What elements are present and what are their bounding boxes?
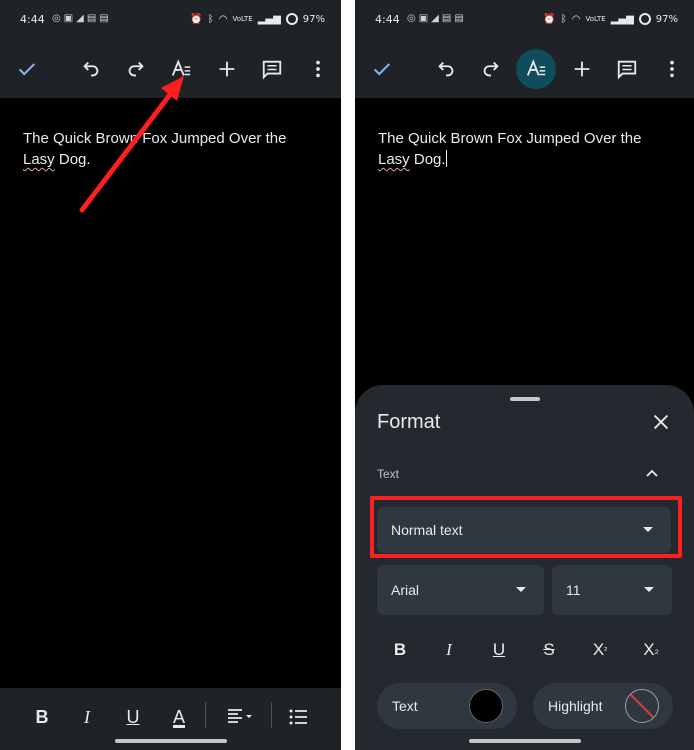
wifi-icon: ◠: [571, 13, 581, 25]
subscript-label: X: [643, 640, 655, 659]
phone-screen-right: 4:44 ◎▣◢▤▤ ⏰ ᛒ ◠ VoLTE ▂▄▆ 97% The Quick…: [355, 0, 694, 750]
toolbar-separator: [205, 702, 206, 728]
notification-icons: ◎▣◢▤▤: [52, 13, 112, 24]
superscript-mark: ²: [604, 645, 608, 655]
signal-icon: ▂▄▆: [610, 13, 634, 25]
close-icon[interactable]: [650, 411, 672, 433]
docs-toolbar: [0, 40, 341, 98]
add-icon[interactable]: [562, 49, 602, 89]
text-cursor: [445, 150, 448, 167]
signal-icon: ▂▄▆: [257, 13, 281, 25]
more-vert-icon[interactable]: [298, 49, 338, 89]
subscript-button[interactable]: X₂: [634, 635, 668, 665]
status-icons: ⏰ ᛒ ◠ VoLTE ▂▄▆ 97%: [543, 13, 678, 25]
bold-button[interactable]: B: [383, 635, 417, 665]
no-color-swatch-icon: [625, 689, 659, 723]
bold-button[interactable]: B: [25, 700, 59, 734]
superscript-label: X: [592, 640, 605, 659]
status-bar: 4:44 ◎▣◢▤▤ ⏰ ᛒ ◠ VoLTE ▂▄▆ 97%: [355, 0, 694, 40]
comment-icon[interactable]: [607, 49, 647, 89]
italic-button[interactable]: I: [432, 635, 466, 665]
text-color-button[interactable]: Text: [377, 683, 517, 729]
battery-percent: 97%: [302, 13, 325, 25]
subscript-mark: ₂: [654, 644, 659, 656]
phone-screen-left: 4:44 ◎▣◢▤▤ ⏰ ᛒ ◠ VoLTE ▂▄▆ 97% The Quick…: [0, 0, 341, 750]
bluetooth-icon: ᛒ: [560, 13, 567, 25]
text-format-icon[interactable]: [516, 49, 556, 89]
check-icon[interactable]: [7, 49, 47, 89]
format-title: Format: [377, 411, 441, 433]
align-button[interactable]: [220, 700, 260, 734]
document-line-1: The Quick Brown Fox Jumped Over the: [378, 130, 642, 147]
text-color-label: Text: [392, 698, 418, 714]
sheet-drag-handle[interactable]: [509, 397, 540, 401]
document-line-1: The Quick Brown Fox Jumped Over the: [23, 130, 287, 147]
text-section-label: Text: [377, 467, 400, 481]
battery-percent: 97%: [655, 13, 678, 25]
status-time: 4:44: [375, 13, 400, 26]
undo-icon[interactable]: [426, 49, 466, 89]
font-size-value: 11: [566, 582, 581, 598]
text-color-swatch: [469, 689, 503, 723]
misspelled-word[interactable]: Lasy: [23, 151, 55, 168]
battery-icon: [638, 13, 651, 25]
volte-icon: VoLTE: [585, 15, 606, 23]
text-format-icon[interactable]: [161, 49, 201, 89]
volte-icon: VoLTE: [232, 15, 253, 23]
italic-button[interactable]: I: [70, 700, 104, 734]
text-color-button[interactable]: A: [162, 700, 196, 734]
bottom-format-toolbar: B I U A: [0, 688, 341, 750]
annotation-highlight-box: [370, 496, 682, 558]
font-value: Arial: [391, 582, 420, 598]
document-canvas[interactable]: The Quick Brown Fox Jumped Over the Lasy…: [0, 98, 341, 750]
redo-icon[interactable]: [471, 49, 511, 89]
comment-icon[interactable]: [252, 49, 292, 89]
more-vert-icon[interactable]: [652, 49, 692, 89]
wifi-icon: ◠: [218, 13, 228, 25]
document-line-2-rest: Dog.: [54, 151, 91, 168]
strikethrough-button[interactable]: S: [532, 635, 566, 665]
notification-icons: ◎▣◢▤▤: [407, 13, 467, 24]
highlight-color-button[interactable]: Highlight: [533, 683, 673, 729]
underline-button[interactable]: U: [482, 635, 516, 665]
alarm-icon: ⏰: [190, 13, 203, 25]
caret-down-icon: [516, 587, 526, 592]
bulleted-list-button[interactable]: [281, 700, 315, 734]
bluetooth-icon: ᛒ: [207, 13, 214, 25]
font-dropdown[interactable]: Arial: [377, 565, 544, 615]
navigation-gesture-bar[interactable]: [114, 739, 227, 743]
add-icon[interactable]: [207, 49, 247, 89]
underline-button[interactable]: U: [116, 700, 150, 734]
redo-icon[interactable]: [116, 49, 156, 89]
format-bottom-sheet: Format Text Normal text Arial 11 B I U S…: [355, 385, 694, 750]
alarm-icon: ⏰: [543, 13, 556, 25]
status-bar: 4:44 ◎▣◢▤▤ ⏰ ᛒ ◠ VoLTE ▂▄▆ 97%: [0, 0, 341, 40]
status-icons: ⏰ ᛒ ◠ VoLTE ▂▄▆ 97%: [190, 13, 325, 25]
chevron-up-icon[interactable]: [644, 465, 660, 481]
highlight-label: Highlight: [548, 698, 603, 714]
toolbar-separator: [271, 702, 272, 728]
font-size-dropdown[interactable]: 11: [552, 565, 672, 615]
check-icon[interactable]: [362, 49, 402, 89]
battery-icon: [285, 13, 298, 25]
caret-down-icon: [644, 587, 654, 592]
document-text[interactable]: The Quick Brown Fox Jumped Over the Lasy…: [23, 128, 313, 170]
status-time: 4:44: [20, 13, 45, 26]
misspelled-word[interactable]: Lasy: [378, 151, 410, 168]
document-text[interactable]: The Quick Brown Fox Jumped Over the Lasy…: [378, 128, 668, 170]
navigation-gesture-bar[interactable]: [468, 739, 581, 743]
superscript-button[interactable]: X²: [583, 635, 617, 665]
document-line-2-rest: Dog.: [409, 151, 446, 168]
docs-toolbar: [355, 40, 694, 98]
undo-icon[interactable]: [71, 49, 111, 89]
